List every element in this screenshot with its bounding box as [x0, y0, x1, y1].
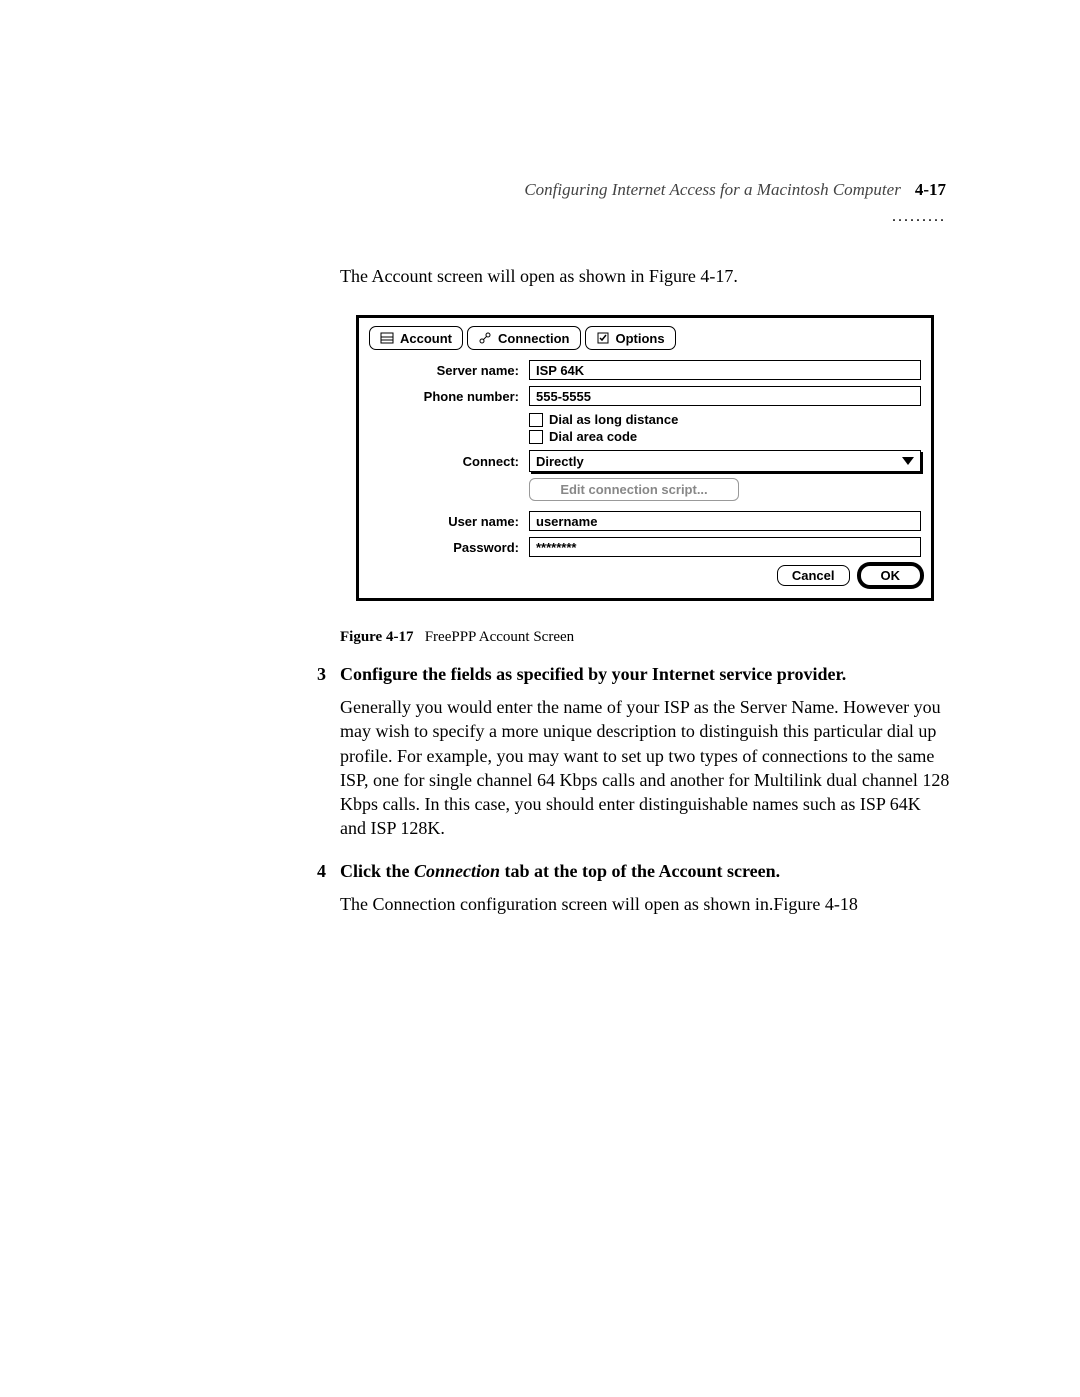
figure-caption: Figure 4-17 FreePPP Account Screen: [340, 629, 950, 646]
tab-row: Account Connection Options: [369, 326, 921, 350]
step-3-body: Generally you would enter the name of yo…: [340, 695, 950, 841]
account-icon: [380, 331, 394, 345]
tab-options[interactable]: Options: [585, 326, 676, 350]
server-name-input[interactable]: [529, 360, 921, 380]
checkbox-long-distance-label: Dial as long distance: [549, 412, 678, 427]
edit-connection-script-button[interactable]: Edit connection script...: [529, 478, 739, 501]
checkbox-long-distance[interactable]: [529, 413, 543, 427]
checkbox-area-code[interactable]: [529, 430, 543, 444]
connect-select-value: Directly: [536, 454, 584, 469]
page-number: 4-17: [915, 180, 946, 200]
tab-account-label: Account: [400, 331, 452, 346]
label-user-name: User name:: [369, 514, 529, 529]
user-name-input[interactable]: [529, 511, 921, 531]
figure-caption-text: FreePPP Account Screen: [425, 629, 574, 645]
label-connect: Connect:: [369, 454, 529, 469]
dial-options: Dial as long distance Dial area code: [529, 412, 921, 444]
connection-icon: [478, 331, 492, 345]
header-title: Configuring Internet Access for a Macint…: [524, 180, 901, 200]
tab-connection-label: Connection: [498, 331, 570, 346]
intro-text: The Account screen will open as shown in…: [340, 266, 950, 287]
step-3-heading: Configure the fields as specified by you…: [340, 664, 846, 685]
tab-connection[interactable]: Connection: [467, 326, 581, 350]
step-4-heading: Click the Connection tab at the top of t…: [340, 861, 780, 882]
chevron-down-icon: [902, 457, 914, 465]
step4-post: tab at the top of the Account screen.: [500, 861, 780, 881]
step-3-number: 3: [306, 664, 326, 685]
label-password: Password:: [369, 540, 529, 555]
account-dialog: Account Connection Options Server name:: [356, 315, 934, 601]
tab-options-label: Options: [616, 331, 665, 346]
document-page: Configuring Internet Access for a Macint…: [0, 0, 1080, 916]
tab-account[interactable]: Account: [369, 326, 463, 350]
ok-button[interactable]: OK: [860, 565, 922, 586]
password-input[interactable]: [529, 537, 921, 557]
dialog-buttons: Cancel OK: [369, 565, 921, 586]
phone-number-input[interactable]: [529, 386, 921, 406]
page-header: Configuring Internet Access for a Macint…: [340, 180, 950, 200]
step4-em: Connection: [414, 861, 500, 881]
header-rule: .........: [340, 208, 950, 226]
checkbox-area-code-label: Dial area code: [549, 429, 637, 444]
step4-pre: Click the: [340, 861, 414, 881]
step-4-number: 4: [306, 861, 326, 882]
step-4-body: The Connection configuration screen will…: [340, 892, 950, 916]
step-3: 3 Configure the fields as specified by y…: [340, 664, 950, 841]
options-icon: [596, 331, 610, 345]
label-server-name: Server name:: [369, 363, 529, 378]
figure-label: Figure 4-17: [340, 629, 413, 645]
step-4: 4 Click the Connection tab at the top of…: [340, 861, 950, 916]
cancel-button[interactable]: Cancel: [777, 565, 850, 586]
connect-select[interactable]: Directly: [529, 450, 921, 472]
label-phone-number: Phone number:: [369, 389, 529, 404]
